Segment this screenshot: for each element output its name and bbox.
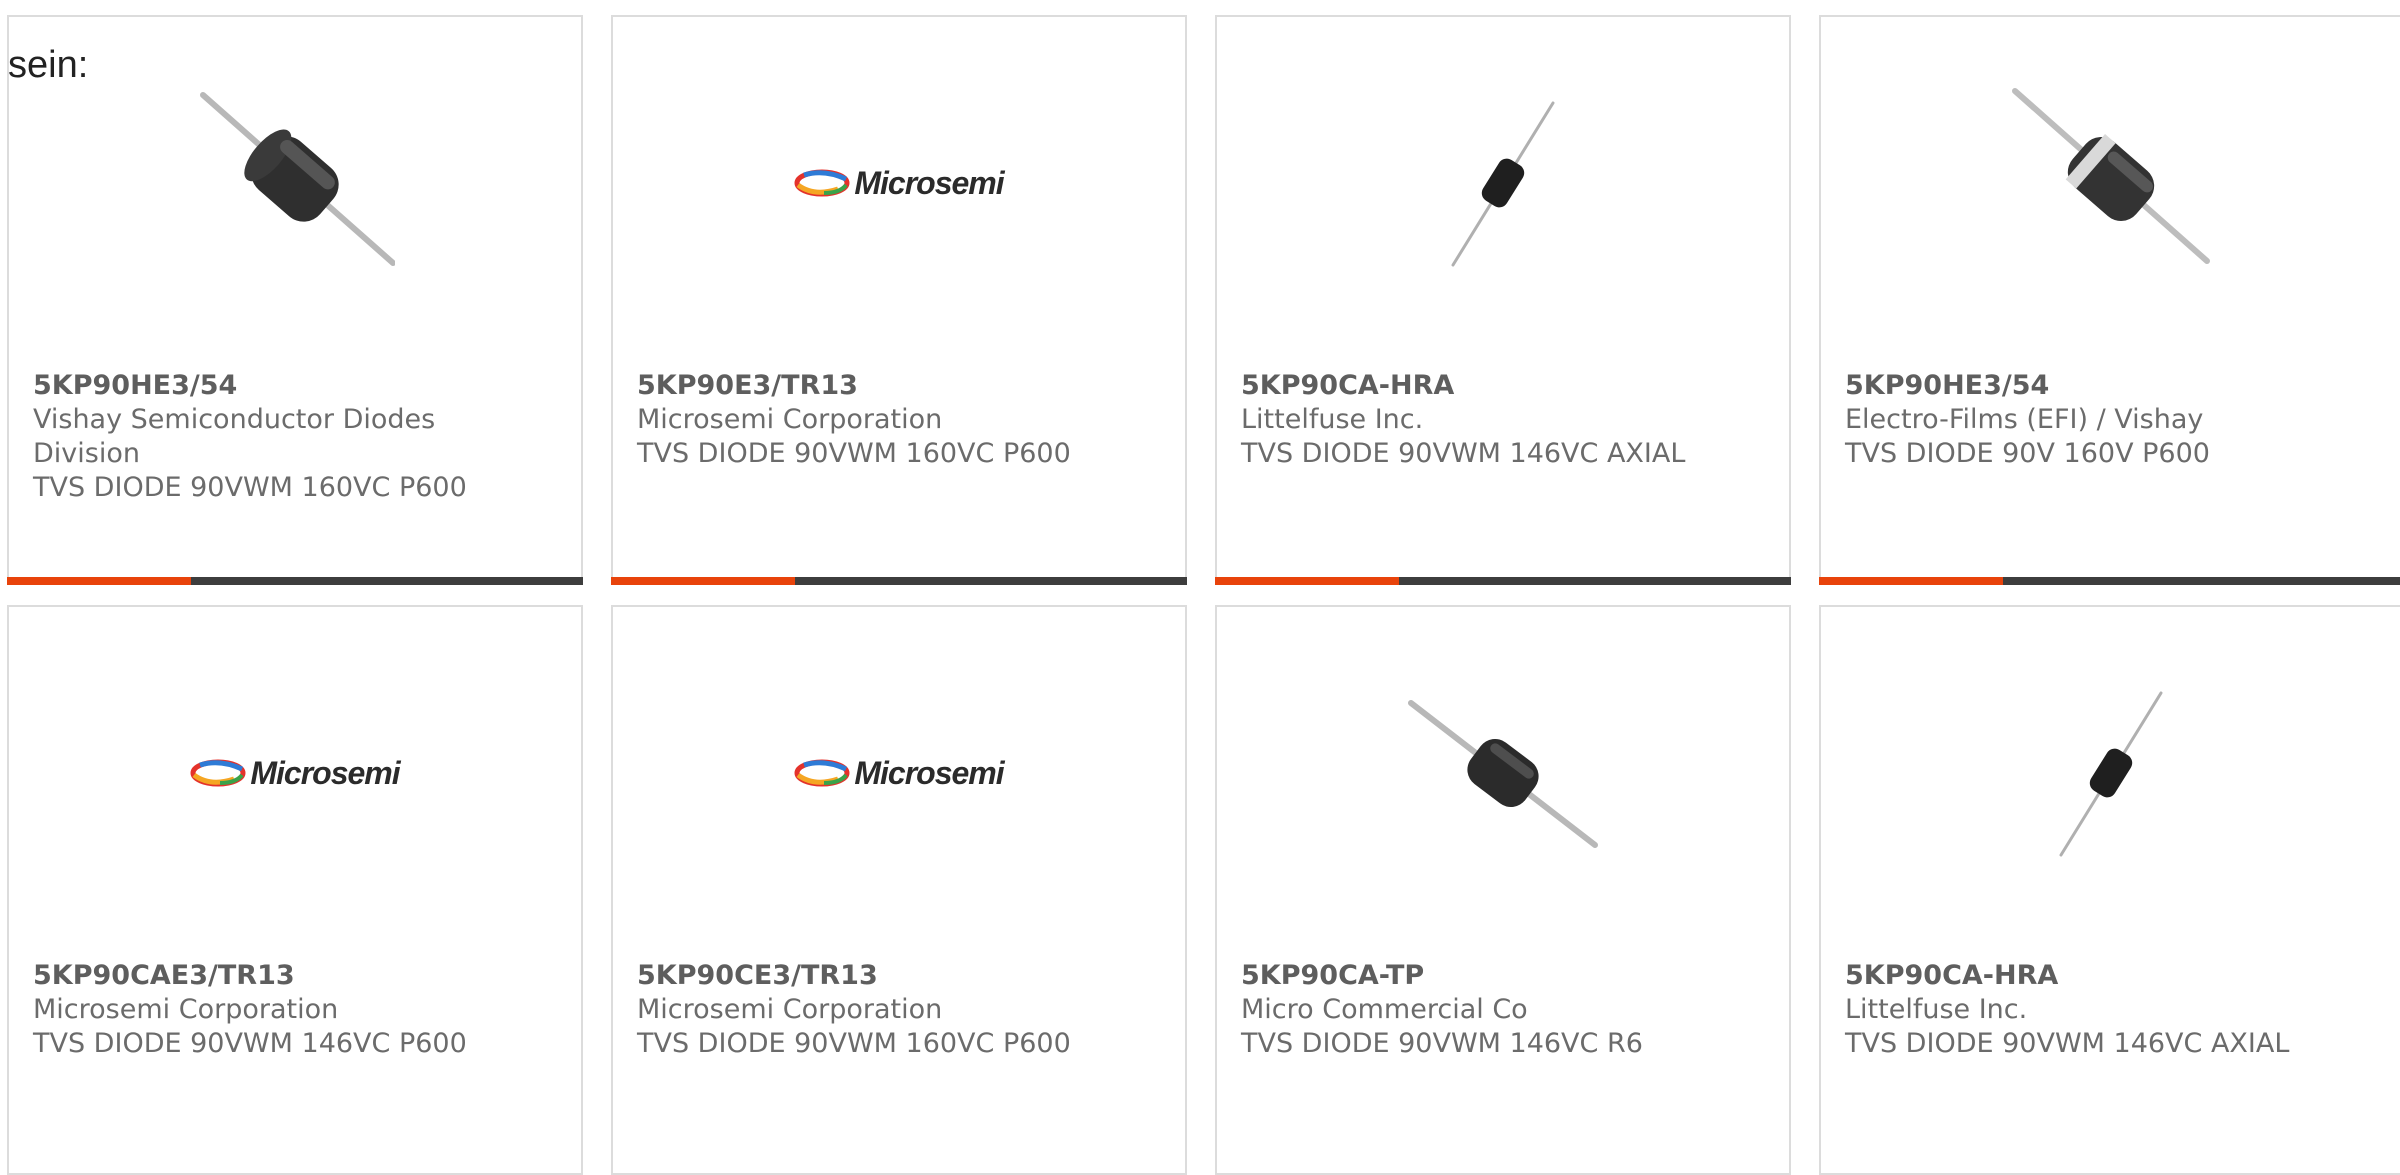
microsemi-swirl-icon xyxy=(794,759,850,787)
description: TVS DIODE 90VWM 146VC R6 xyxy=(1241,1028,1643,1059)
part-number[interactable]: 5KP90E3/TR13 xyxy=(637,369,1165,403)
description: TVS DIODE 90VWM 146VC AXIAL xyxy=(1845,1028,2290,1059)
product-card[interactable]: 5KP90HE3/54 Electro-Films (EFI) / Vishay… xyxy=(1819,15,2400,585)
manufacturer: Littelfuse Inc. xyxy=(1241,404,1424,435)
product-card[interactable]: 5KP90CA-TP Micro Commercial Co TVS DIODE… xyxy=(1215,605,1791,1175)
diode-large-icon xyxy=(1408,700,1598,848)
product-card[interactable]: 5KP90CA-HRA Littelfuse Inc. TVS DIODE 90… xyxy=(1215,15,1791,585)
manufacturer: Microsemi Corporation xyxy=(637,994,943,1025)
manufacturer: Littelfuse Inc. xyxy=(1845,994,2028,1025)
description: TVS DIODE 90VWM 160VC P600 xyxy=(33,472,467,503)
diode-large-icon xyxy=(200,92,395,266)
product-image[interactable]: Microsemi xyxy=(794,83,1005,283)
part-number[interactable]: 5KP90CE3/TR13 xyxy=(637,959,1165,993)
manufacturer: Electro-Films (EFI) / Vishay xyxy=(1845,404,2204,435)
product-card[interactable]: 5KP90HE3/54 Vishay Semiconductor Diodes … xyxy=(7,15,583,585)
description: TVS DIODE 90VWM 160VC P600 xyxy=(637,438,1071,469)
microsemi-swirl-icon xyxy=(190,759,246,787)
product-image[interactable] xyxy=(195,83,395,283)
manufacturer: Vishay Semiconductor Diodes Division xyxy=(33,404,436,469)
part-number[interactable]: 5KP90CA-HRA xyxy=(1845,959,2380,993)
microsemi-logo: Microsemi xyxy=(190,754,401,792)
diode-small-icon xyxy=(1451,101,1555,267)
product-image[interactable] xyxy=(2011,673,2211,873)
product-card[interactable]: Microsemi 5KP90CAE3/TR13 Microsemi Corpo… xyxy=(7,605,583,1175)
product-image[interactable]: Microsemi xyxy=(190,673,401,873)
product-image[interactable]: Microsemi xyxy=(794,673,1005,873)
card-accent-bar xyxy=(611,577,1187,585)
product-card[interactable]: Microsemi 5KP90CE3/TR13 Microsemi Corpor… xyxy=(611,605,1187,1175)
diode-small-icon xyxy=(2059,691,2163,857)
description: TVS DIODE 90VWM 146VC AXIAL xyxy=(1241,438,1686,469)
manufacturer: Microsemi Corporation xyxy=(33,994,339,1025)
logo-wordmark: Microsemi xyxy=(854,164,1004,201)
logo-wordmark: Microsemi xyxy=(854,754,1004,791)
description: TVS DIODE 90V 160V P600 xyxy=(1845,438,2210,469)
card-accent-bar xyxy=(1215,577,1791,585)
part-number[interactable]: 5KP90HE3/54 xyxy=(1845,369,2380,403)
microsemi-logo: Microsemi xyxy=(794,754,1005,792)
product-card[interactable]: 5KP90CA-HRA Littelfuse Inc. TVS DIODE 90… xyxy=(1819,605,2400,1175)
product-image[interactable] xyxy=(2011,83,2211,283)
microsemi-swirl-icon xyxy=(794,169,850,197)
description: TVS DIODE 90VWM 160VC P600 xyxy=(637,1028,1071,1059)
microsemi-logo: Microsemi xyxy=(794,164,1005,202)
product-image[interactable] xyxy=(1403,83,1603,283)
logo-wordmark: Microsemi xyxy=(250,754,400,791)
description: TVS DIODE 90VWM 146VC P600 xyxy=(33,1028,467,1059)
card-accent-bar xyxy=(7,577,583,585)
manufacturer: Microsemi Corporation xyxy=(637,404,943,435)
part-number[interactable]: 5KP90CAE3/TR13 xyxy=(33,959,561,993)
intro-text: sein: xyxy=(8,44,89,86)
product-card[interactable]: Microsemi 5KP90E3/TR13 Microsemi Corpora… xyxy=(611,15,1187,585)
manufacturer: Micro Commercial Co xyxy=(1241,994,1528,1025)
card-accent-bar xyxy=(1819,577,2400,585)
part-number[interactable]: 5KP90HE3/54 xyxy=(33,369,561,403)
part-number[interactable]: 5KP90CA-TP xyxy=(1241,959,1769,993)
product-image[interactable] xyxy=(1403,673,1603,873)
diode-banded-icon xyxy=(2012,88,2210,264)
part-number[interactable]: 5KP90CA-HRA xyxy=(1241,369,1769,403)
